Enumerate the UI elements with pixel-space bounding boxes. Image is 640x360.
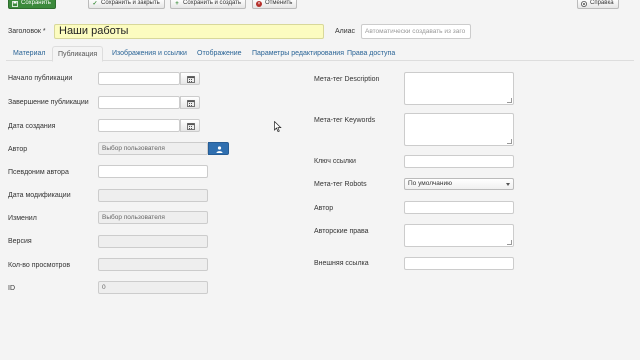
close-icon: × bbox=[256, 0, 262, 7]
cancel-button[interactable]: × Отменить bbox=[252, 0, 298, 9]
author-alias-input[interactable] bbox=[98, 165, 208, 178]
tab-display[interactable]: Отображение bbox=[192, 46, 247, 61]
robots-select-value: По умолчанию bbox=[408, 180, 452, 187]
save-new-label: Сохранить и создать bbox=[183, 0, 242, 6]
publish-end-calendar-button[interactable] bbox=[180, 96, 200, 109]
rights-label: Авторские права bbox=[314, 228, 369, 235]
save-button-label: Сохранить bbox=[21, 0, 51, 6]
modified-by-label: Изменил bbox=[8, 215, 37, 222]
key-reference-label: Ключ ссылки bbox=[314, 158, 356, 165]
cancel-label: Отменить bbox=[265, 0, 293, 6]
id-label: ID bbox=[8, 285, 15, 292]
tab-permissions[interactable]: Права доступа bbox=[342, 46, 400, 61]
created-calendar-button[interactable] bbox=[180, 119, 200, 132]
save-button[interactable]: Сохранить bbox=[8, 0, 56, 9]
publish-start-input[interactable] bbox=[98, 72, 180, 85]
meta-author-label: Автор bbox=[314, 205, 334, 212]
checkmark-icon: ✓ bbox=[92, 0, 98, 7]
hits-label: Кол-во просмотров bbox=[8, 262, 71, 269]
publish-start-label: Начало публикации bbox=[8, 75, 73, 82]
robots-select[interactable]: По умолчанию bbox=[404, 178, 514, 190]
title-label: Заголовок * bbox=[8, 28, 46, 35]
hits-input bbox=[98, 258, 208, 271]
calendar-icon bbox=[187, 123, 195, 130]
tab-bar: Материал Публикация Изображения и ссылки… bbox=[6, 46, 634, 62]
publish-start-calendar-button[interactable] bbox=[180, 72, 200, 85]
save-new-button[interactable]: + Сохранить и создать bbox=[170, 0, 247, 9]
tab-images-links[interactable]: Изображения и ссылки bbox=[107, 46, 192, 61]
save-icon bbox=[12, 0, 18, 7]
alias-label: Алиас bbox=[335, 28, 356, 35]
mouse-cursor-icon bbox=[274, 121, 282, 132]
user-icon bbox=[216, 146, 223, 153]
select-user-button[interactable] bbox=[208, 142, 229, 155]
meta-description-textarea[interactable] bbox=[404, 72, 514, 105]
meta-author-input[interactable] bbox=[404, 201, 514, 214]
author-select-input: Выбор пользователя bbox=[98, 142, 208, 155]
xreference-input[interactable] bbox=[404, 257, 514, 270]
version-label: Версия bbox=[8, 238, 32, 245]
save-close-label: Сохранить и закрыть bbox=[101, 0, 160, 6]
rights-textarea[interactable] bbox=[404, 224, 514, 247]
help-button[interactable]: Справка bbox=[577, 0, 619, 9]
help-icon bbox=[581, 0, 587, 7]
meta-keywords-label: Мета-тег Keywords bbox=[314, 117, 376, 124]
meta-keywords-textarea[interactable] bbox=[404, 113, 514, 146]
modified-by-input: Выбор пользователя bbox=[98, 211, 208, 224]
meta-description-label: Мета-тег Description bbox=[314, 76, 380, 83]
save-close-button[interactable]: ✓ Сохранить и закрыть bbox=[88, 0, 165, 9]
calendar-icon bbox=[187, 76, 195, 83]
plus-icon: + bbox=[175, 0, 179, 7]
title-input[interactable]: Наши работы bbox=[54, 24, 324, 39]
author-alias-label: Псевдоним автора bbox=[8, 169, 69, 176]
created-label: Дата создания bbox=[8, 123, 56, 130]
tab-edit-options[interactable]: Параметры редактирования bbox=[247, 46, 349, 61]
modified-label: Дата модификации bbox=[8, 192, 71, 199]
created-input[interactable] bbox=[98, 119, 180, 132]
author-label: Автор bbox=[8, 146, 28, 153]
publish-end-label: Завершение публикации bbox=[8, 99, 89, 106]
modified-input bbox=[98, 189, 208, 202]
xreference-label: Внешняя ссылка bbox=[314, 260, 369, 267]
version-input bbox=[98, 235, 208, 248]
publish-end-input[interactable] bbox=[98, 96, 180, 109]
toolbar: Сохранить ✓ Сохранить и закрыть + Сохран… bbox=[0, 0, 640, 11]
id-input: 0 bbox=[98, 281, 208, 294]
tab-publishing[interactable]: Публикация bbox=[52, 46, 104, 62]
calendar-icon bbox=[187, 100, 195, 107]
tab-content[interactable]: Материал bbox=[8, 46, 50, 61]
help-label: Справка bbox=[590, 0, 614, 6]
alias-input[interactable]: Автоматически создавать из заго bbox=[361, 24, 471, 39]
chevron-down-icon bbox=[506, 183, 510, 186]
key-reference-input[interactable] bbox=[404, 155, 514, 168]
robots-label: Мета-тег Robots bbox=[314, 181, 367, 188]
